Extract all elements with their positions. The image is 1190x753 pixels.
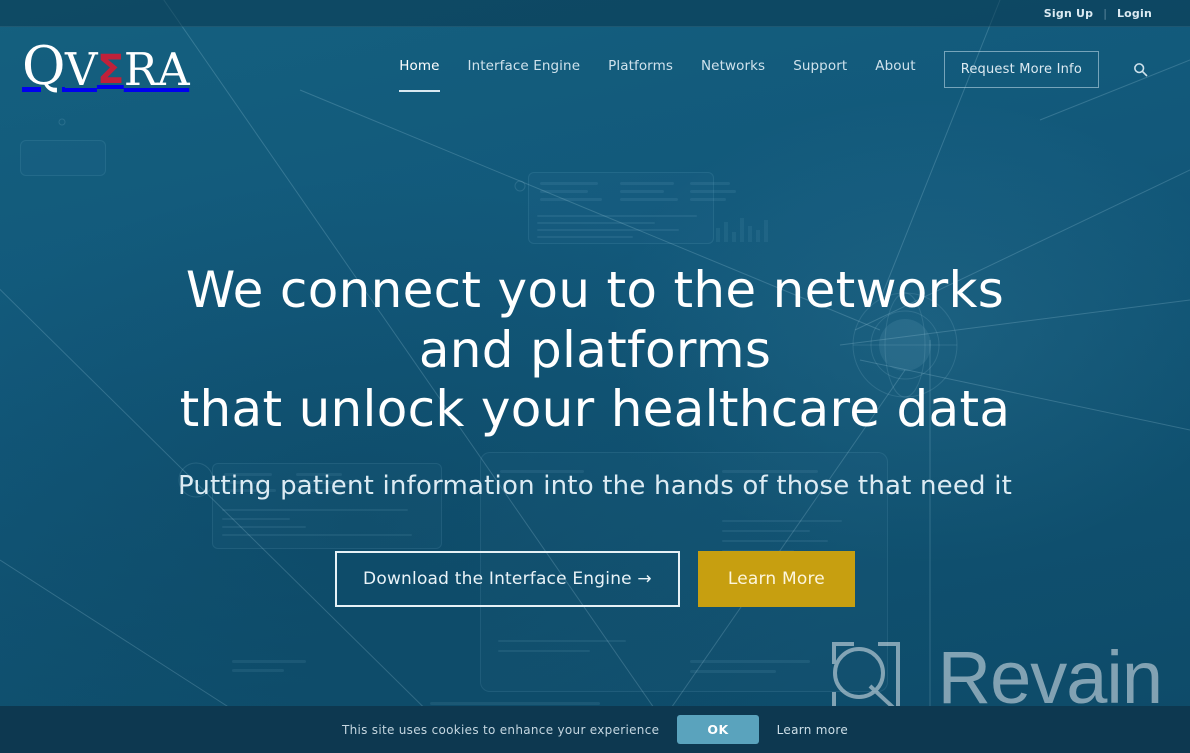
cookie-banner: This site uses cookies to enhance your e…	[0, 706, 1190, 753]
hero-subheadline: Putting patient information into the han…	[177, 470, 1013, 501]
nav-item-interface-engine[interactable]: Interface Engine	[468, 54, 581, 84]
hero-headline-line-2: that unlock your healthcare data	[179, 380, 1011, 438]
background-ghost-line	[232, 669, 284, 672]
qvera-logo[interactable]: Q V Σ RA	[22, 35, 190, 97]
cookie-ok-button[interactable]: OK	[677, 715, 759, 744]
nav-item-home[interactable]: Home	[399, 54, 440, 92]
request-more-info-button[interactable]: Request More Info	[943, 50, 1099, 88]
background-ghost-line	[232, 660, 306, 663]
nav-item-networks[interactable]: Networks	[701, 54, 765, 84]
hero-section: We connect you to the networks and platf…	[0, 111, 1190, 607]
sign-up-link[interactable]: Sign Up	[1044, 7, 1093, 20]
hero-headline: We connect you to the networks and platf…	[145, 261, 1045, 440]
topbar-separator: |	[1103, 6, 1107, 20]
background-ghost-line	[690, 670, 776, 673]
background-ghost-line	[498, 640, 626, 642]
logo-letters-ra: RA	[123, 43, 190, 97]
background-ghost-line	[430, 702, 600, 705]
cookie-message: This site uses cookies to enhance your e…	[341, 722, 660, 737]
background-ghost-line	[690, 660, 810, 663]
logo-sigma-icon: Σ	[96, 47, 124, 94]
nav-item-platforms[interactable]: Platforms	[608, 54, 673, 84]
download-interface-engine-button[interactable]: Download the Interface Engine →	[335, 550, 680, 607]
search-icon	[1134, 62, 1148, 76]
nav-item-about[interactable]: About	[875, 54, 915, 84]
logo-letter-q: Q	[22, 35, 65, 97]
logo-letter-v: V	[64, 43, 98, 97]
utility-topbar: Sign Up | Login	[0, 0, 1190, 27]
main-navigation: Home Interface Engine Platforms Networks…	[399, 50, 1152, 92]
background-ghost-line	[498, 650, 590, 652]
cookie-learn-more-link[interactable]: Learn more	[777, 723, 848, 737]
nav-item-support[interactable]: Support	[793, 54, 847, 84]
hero-cta-group: Download the Interface Engine → Learn Mo…	[0, 550, 1190, 607]
learn-more-button[interactable]: Learn More	[697, 550, 855, 607]
login-link[interactable]: Login	[1117, 7, 1152, 20]
site-header: Q V Σ RA Home Interface Engine Platforms…	[0, 27, 1190, 111]
hero-headline-line-1: We connect you to the networks and platf…	[185, 261, 1005, 379]
search-button[interactable]	[1129, 58, 1152, 81]
